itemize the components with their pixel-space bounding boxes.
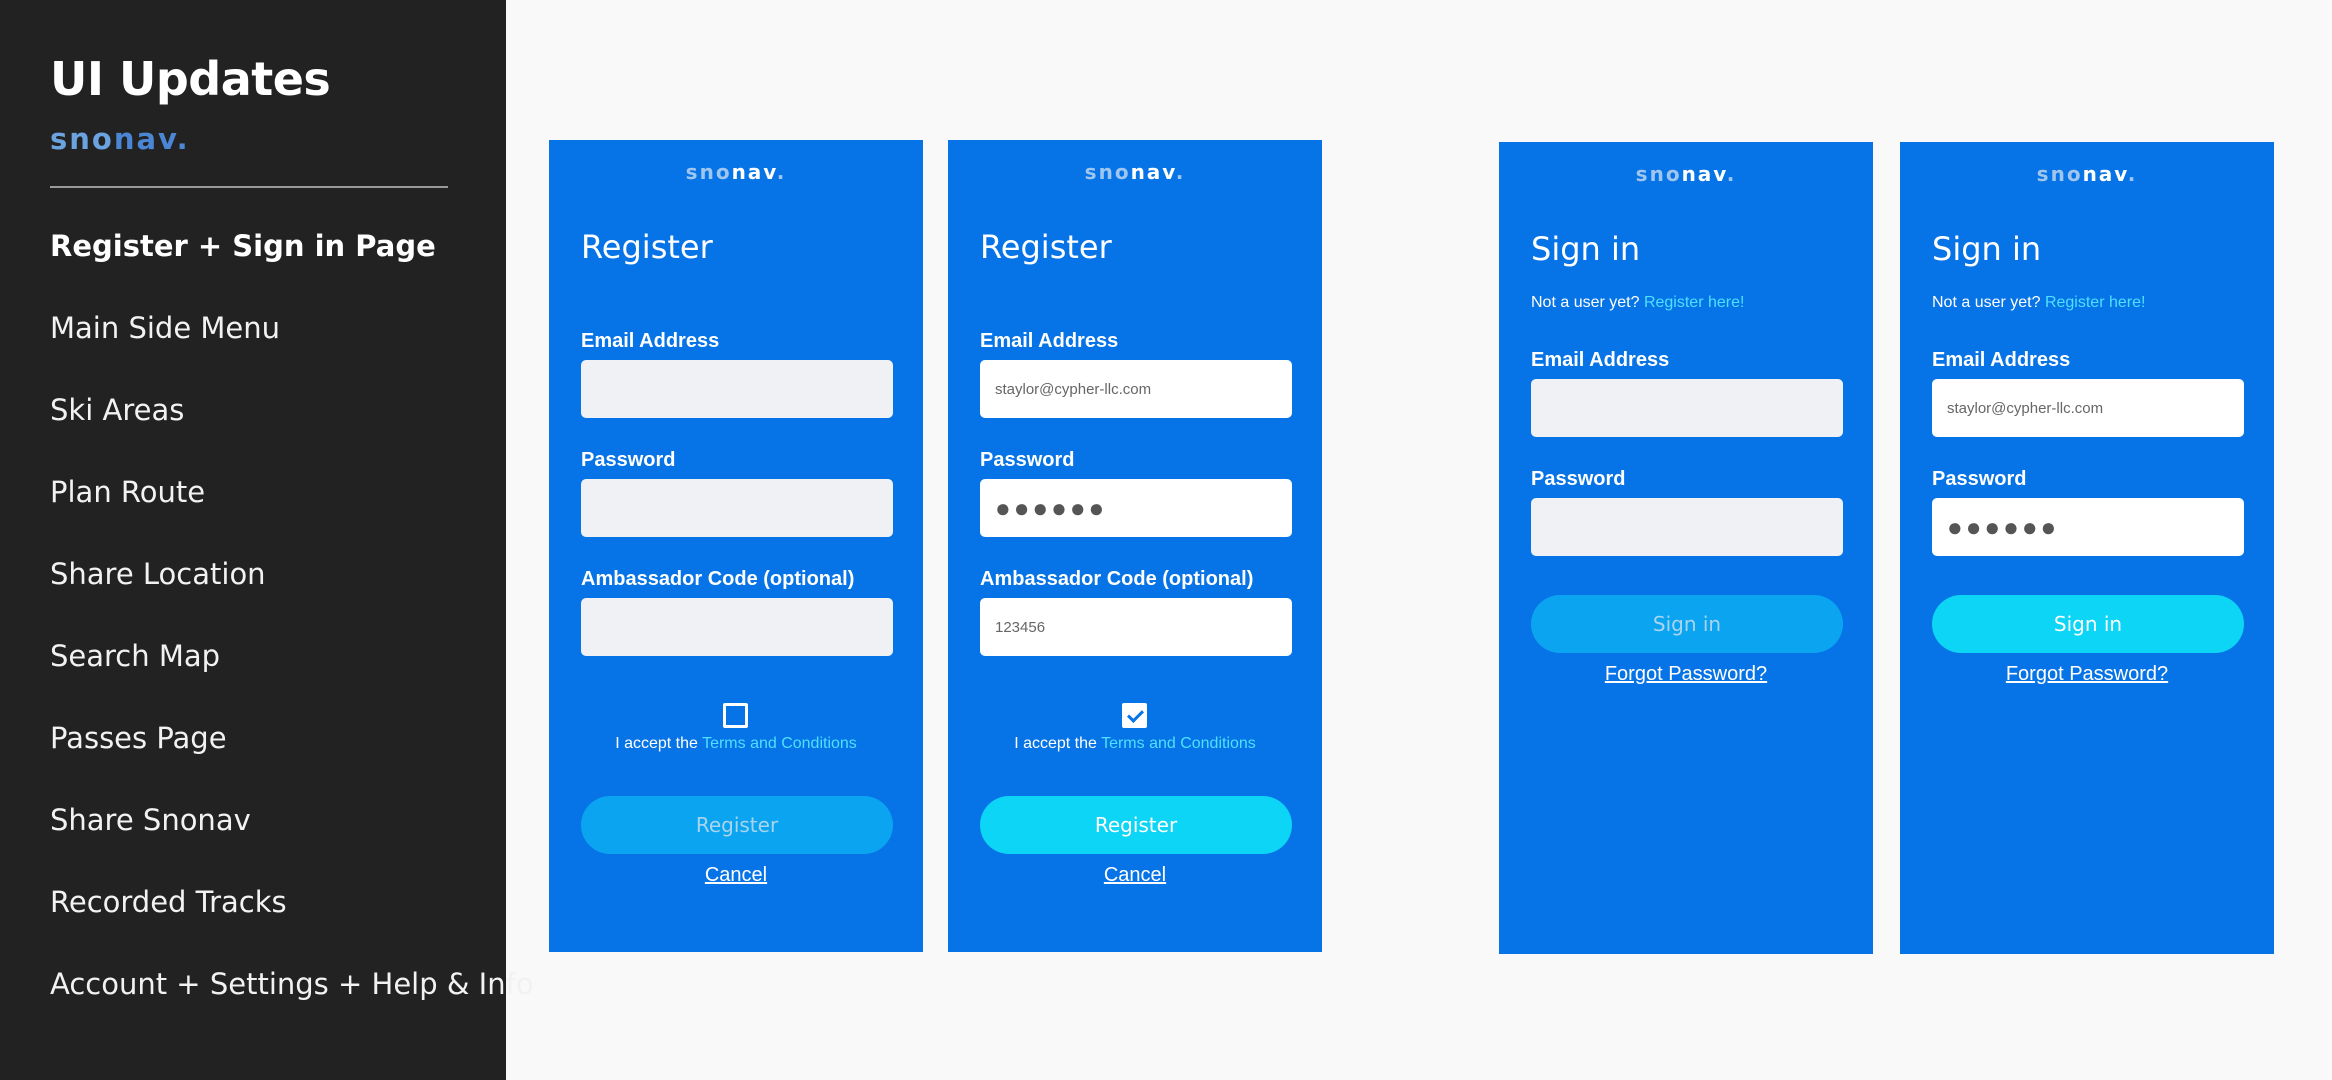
forgot-password-link[interactable]: Forgot Password? — [1900, 663, 2274, 686]
sidebar-item-register-sign-in[interactable]: Register + Sign in Page — [50, 220, 534, 302]
forgot-password-link[interactable]: Forgot Password? — [1499, 663, 1873, 686]
password-field[interactable] — [1932, 498, 2244, 556]
signin-screen-filled: snonav. Sign in Not a user yet? Register… — [1900, 142, 2274, 954]
sidebar: UI Updates snonav. Register + Sign in Pa… — [0, 0, 534, 1080]
signin-title: Sign in — [1531, 230, 1641, 268]
sidebar-nav: Register + Sign in Page Main Side Menu S… — [50, 220, 534, 1040]
email-label: Email Address — [980, 330, 1119, 352]
sidebar-item-ski-areas[interactable]: Ski Areas — [50, 384, 534, 466]
signin-subtitle: Not a user yet? Register here! — [1531, 294, 1745, 311]
terms-text: I accept the Terms and Conditions — [615, 735, 857, 752]
signin-subtitle: Not a user yet? Register here! — [1932, 294, 2146, 311]
terms-text: I accept the Terms and Conditions — [1014, 735, 1256, 752]
register-button[interactable]: Register — [581, 796, 893, 854]
signin-screen-empty: snonav. Sign in Not a user yet? Register… — [1499, 142, 1873, 954]
signin-title: Sign in — [1932, 230, 2042, 268]
sidebar-item-passes-page[interactable]: Passes Page — [50, 712, 534, 794]
email-label: Email Address — [1531, 349, 1670, 371]
email-label: Email Address — [1932, 349, 2071, 371]
register-button[interactable]: Register — [980, 796, 1292, 854]
password-field[interactable] — [1531, 498, 1843, 556]
email-field[interactable] — [581, 360, 893, 418]
password-field[interactable] — [980, 479, 1292, 537]
cancel-link[interactable]: Cancel — [549, 864, 923, 887]
password-field[interactable] — [581, 479, 893, 537]
register-here-link[interactable]: Register here! — [1644, 294, 1745, 311]
snonav-logo: snonav. — [50, 122, 190, 156]
signin-button[interactable]: Sign in — [1531, 595, 1843, 653]
page-title: UI Updates — [50, 52, 331, 106]
snonav-logo: snonav. — [685, 160, 787, 184]
register-screen-empty: snonav. Register Email Address Password … — [549, 140, 923, 952]
ambassador-code-label: Ambassador Code (optional) — [980, 568, 1254, 590]
password-label: Password — [1932, 468, 2027, 490]
password-label: Password — [980, 449, 1075, 471]
email-field[interactable] — [1932, 379, 2244, 437]
sidebar-item-share-location[interactable]: Share Location — [50, 548, 534, 630]
email-field[interactable] — [980, 360, 1292, 418]
terms-checkbox[interactable] — [1122, 703, 1147, 728]
sidebar-item-share-snonav[interactable]: Share Snonav — [50, 794, 534, 876]
signin-button[interactable]: Sign in — [1932, 595, 2244, 653]
divider — [50, 186, 448, 188]
ambassador-code-field[interactable] — [581, 598, 893, 656]
sidebar-item-account-settings[interactable]: Account + Settings + Help & Info — [50, 958, 534, 1040]
terms-checkbox[interactable] — [723, 703, 748, 728]
email-field[interactable] — [1531, 379, 1843, 437]
register-screen-filled: snonav. Register Email Address Password … — [948, 140, 1322, 952]
ambassador-code-label: Ambassador Code (optional) — [581, 568, 855, 590]
sidebar-item-search-map[interactable]: Search Map — [50, 630, 534, 712]
snonav-logo: snonav. — [2036, 162, 2138, 186]
terms-link[interactable]: Terms and Conditions — [1101, 735, 1256, 752]
register-here-link[interactable]: Register here! — [2045, 294, 2146, 311]
password-label: Password — [581, 449, 676, 471]
snonav-logo: snonav. — [1635, 162, 1737, 186]
register-title: Register — [980, 228, 1112, 266]
snonav-logo: snonav. — [1084, 160, 1186, 184]
sidebar-item-plan-route[interactable]: Plan Route — [50, 466, 534, 548]
email-label: Email Address — [581, 330, 720, 352]
password-label: Password — [1531, 468, 1626, 490]
sidebar-item-main-side-menu[interactable]: Main Side Menu — [50, 302, 534, 384]
cancel-link[interactable]: Cancel — [948, 864, 1322, 887]
terms-link[interactable]: Terms and Conditions — [702, 735, 857, 752]
register-title: Register — [581, 228, 713, 266]
ambassador-code-field[interactable] — [980, 598, 1292, 656]
sidebar-item-recorded-tracks[interactable]: Recorded Tracks — [50, 876, 534, 958]
